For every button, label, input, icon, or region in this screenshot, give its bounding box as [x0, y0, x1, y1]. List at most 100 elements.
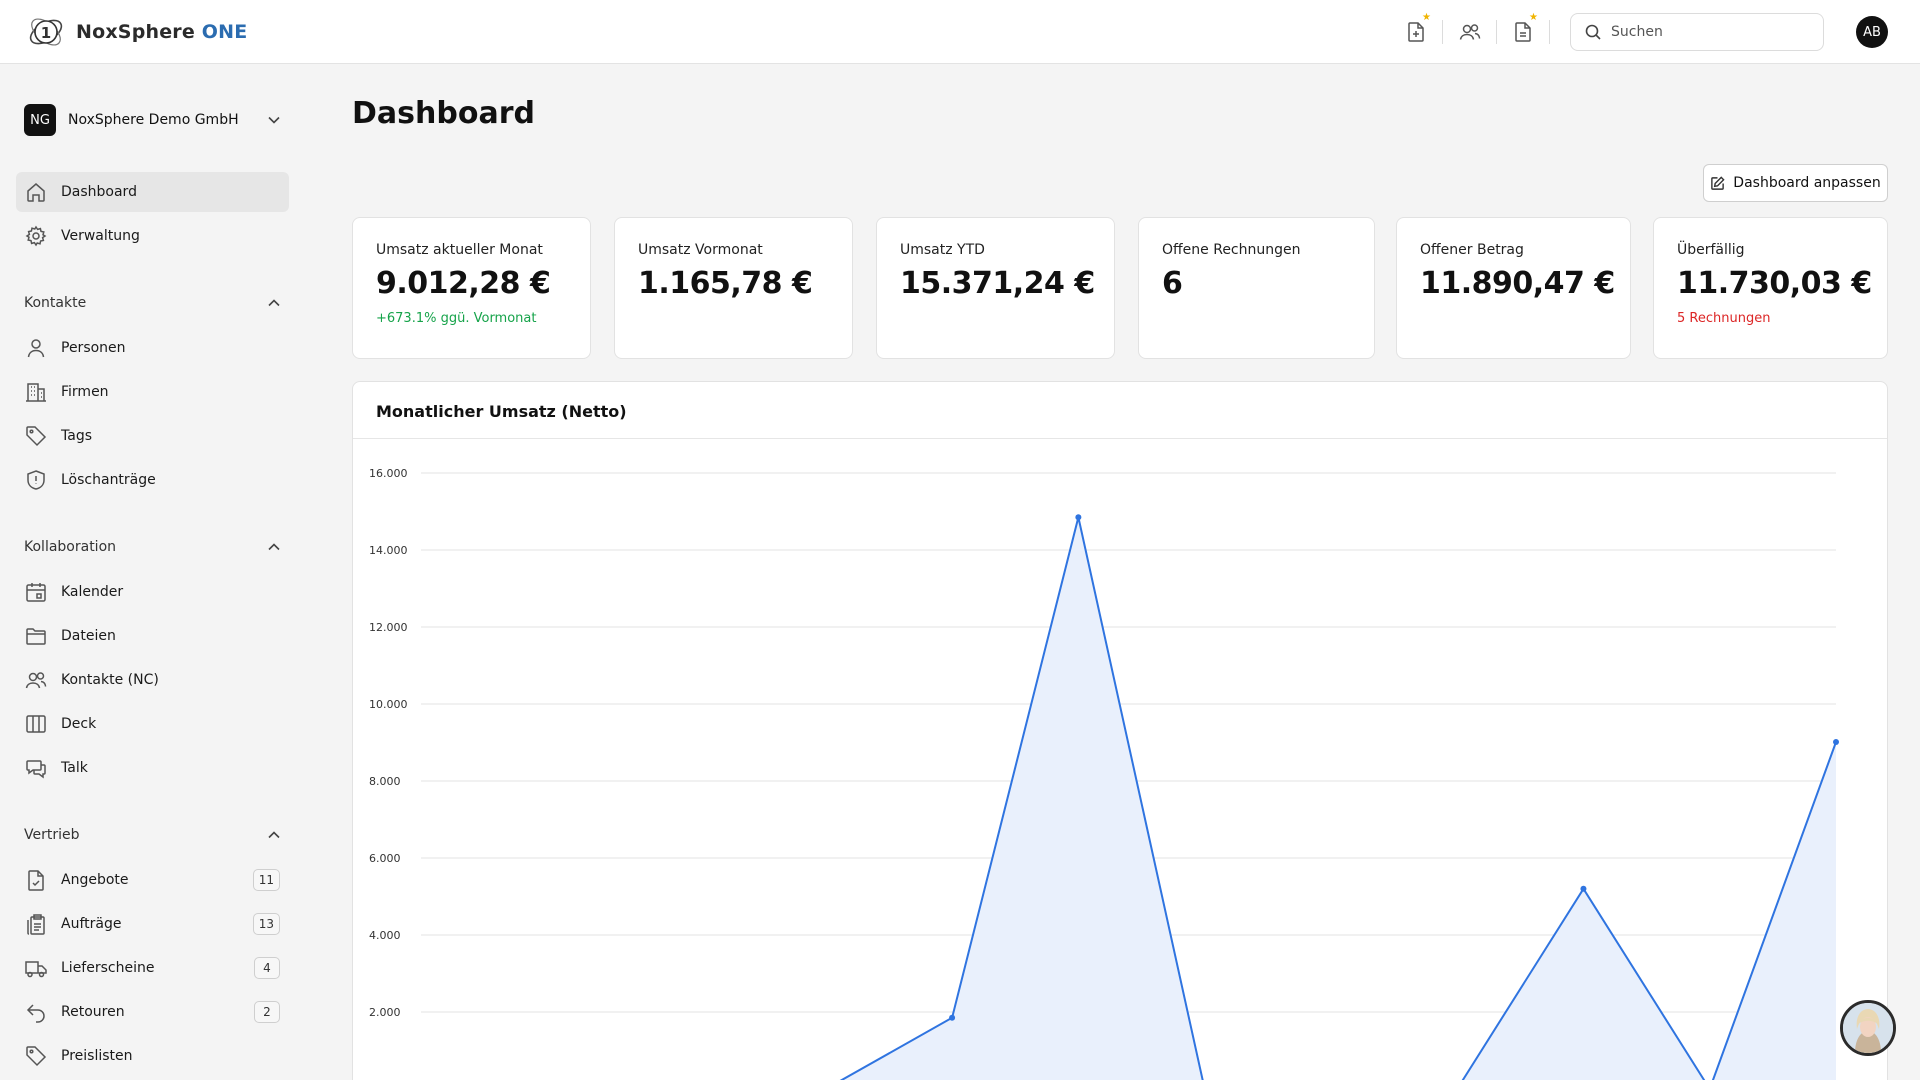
- sidebar-item-lieferscheine[interactable]: Lieferscheine 4: [16, 948, 289, 988]
- y-tick-label: 16.000: [369, 467, 408, 480]
- calendar-icon: [25, 581, 47, 603]
- sidebar-item-dateien[interactable]: Dateien: [16, 616, 289, 656]
- revenue-chart-card: Monatlicher Umsatz (Netto) 2.000 4.000 6.0…: [352, 381, 1888, 1080]
- section-vertrieb-toggle[interactable]: Vertrieb: [24, 823, 280, 847]
- data-point: [1075, 514, 1082, 521]
- brand-accent: ONE: [201, 21, 248, 43]
- building-icon: [25, 381, 47, 403]
- sidebar-item-loeschantraege[interactable]: Löschanträge: [16, 460, 289, 500]
- count-badge: 4: [254, 957, 280, 979]
- sidebar-item-talk[interactable]: Talk: [16, 748, 289, 788]
- sidebar-item-deck[interactable]: Deck: [16, 704, 289, 744]
- header-separator: [1442, 20, 1443, 44]
- shield-icon: [25, 469, 47, 491]
- sidebar: NG NoxSphere Demo GmbH Dashboard Verwalt…: [0, 65, 300, 1080]
- sidebar-item-label: Deck: [61, 716, 97, 732]
- sidebar-item-kontakte-nc[interactable]: Kontakte (NC): [16, 660, 289, 700]
- y-tick-label: 2.000: [369, 1006, 401, 1019]
- edit-icon: [1711, 175, 1725, 190]
- y-tick-label: 6.000: [369, 852, 401, 865]
- y-tick-label: 14.000: [369, 544, 408, 557]
- search-box[interactable]: [1570, 13, 1824, 51]
- chevron-up-icon: [268, 831, 280, 839]
- sidebar-item-firmen[interactable]: Firmen: [16, 372, 289, 412]
- revenue-chart: 2.000 4.000 6.000 8.000 10.000 12.000 14.000 16…: [369, 467, 1839, 1080]
- data-point: [1580, 885, 1587, 892]
- home-icon: [25, 181, 47, 203]
- clipboard-icon: [25, 913, 47, 935]
- kpi-card-offener-betrag: Offener Betrag 11.890,47 €: [1396, 217, 1631, 359]
- kpi-value: 6: [1162, 266, 1183, 301]
- sidebar-item-auftraege[interactable]: Aufträge 13: [16, 904, 289, 944]
- kpi-card-ueberfaellig: Überfällig 11.730,03 € 5 Rechnungen: [1653, 217, 1888, 359]
- kpi-label: Überfällig: [1677, 242, 1745, 258]
- user-avatar[interactable]: AB: [1856, 16, 1888, 48]
- sidebar-item-angebote[interactable]: Angebote 11: [16, 860, 289, 900]
- person-icon: [25, 337, 47, 359]
- section-kontakte-toggle[interactable]: Kontakte: [24, 291, 280, 315]
- sidebar-item-tags[interactable]: Tags: [16, 416, 289, 456]
- kpi-label: Offener Betrag: [1420, 242, 1524, 258]
- org-name: NoxSphere Demo GmbH: [68, 112, 239, 128]
- top-bar: 1 NoxSphere ONE ★ ★ AB: [0, 0, 1920, 64]
- header-separator: [1496, 20, 1497, 44]
- section-title: Vertrieb: [24, 827, 80, 843]
- customize-dashboard-button[interactable]: Dashboard anpassen: [1703, 164, 1888, 202]
- new-document-button[interactable]: ★: [1403, 13, 1431, 45]
- search-input[interactable]: [1611, 24, 1801, 40]
- sidebar-item-label: Kalender: [61, 584, 124, 600]
- y-tick-label: 4.000: [369, 929, 401, 942]
- y-tick-label: 8.000: [369, 775, 401, 788]
- org-switcher[interactable]: NG NoxSphere Demo GmbH: [24, 103, 280, 137]
- kpi-card-offene-rechnungen: Offene Rechnungen 6: [1138, 217, 1375, 359]
- sidebar-item-verwaltung[interactable]: Verwaltung: [16, 216, 289, 256]
- sidebar-item-kalender[interactable]: Kalender: [16, 572, 289, 612]
- svg-text:1: 1: [41, 24, 51, 42]
- users-button[interactable]: [1457, 19, 1483, 45]
- search-icon: [1585, 24, 1601, 40]
- y-tick-label: 10.000: [369, 698, 408, 711]
- kpi-card-umsatz-ytd: Umsatz YTD 15.371,24 €: [876, 217, 1115, 359]
- return-icon: [25, 1001, 47, 1023]
- chevron-up-icon: [268, 299, 280, 307]
- customize-label: Dashboard anpassen: [1733, 175, 1881, 191]
- tag-icon: [25, 1045, 47, 1067]
- sidebar-item-retouren[interactable]: Retouren 2: [16, 992, 289, 1032]
- invoice-button[interactable]: ★: [1510, 13, 1538, 45]
- sidebar-item-dashboard[interactable]: Dashboard: [16, 172, 289, 212]
- kpi-overdue-count: 5 Rechnungen: [1677, 311, 1771, 326]
- chevron-up-icon: [268, 543, 280, 551]
- header-separator: [1549, 20, 1550, 44]
- sidebar-item-preislisten[interactable]: Preislisten: [16, 1036, 289, 1076]
- org-badge: NG: [24, 104, 56, 136]
- kpi-label: Umsatz Vormonat: [638, 242, 763, 258]
- brand-name: NoxSphere: [76, 21, 195, 43]
- sidebar-item-label: Firmen: [61, 384, 109, 400]
- assistant-avatar-button[interactable]: [1840, 1000, 1896, 1056]
- sidebar-item-label: Löschanträge: [61, 472, 156, 488]
- sidebar-item-label: Aufträge: [61, 916, 122, 932]
- sidebar-item-personen[interactable]: Personen: [16, 328, 289, 368]
- truck-icon: [25, 957, 47, 979]
- kpi-card-umsatz-monat: Umsatz aktueller Monat 9.012,28 € +673.1…: [352, 217, 591, 359]
- sidebar-item-label: Tags: [61, 428, 92, 444]
- doc-check-icon: [25, 869, 47, 891]
- kpi-value: 9.012,28 €: [376, 266, 551, 301]
- section-title: Kontakte: [24, 295, 87, 311]
- sidebar-item-label: Retouren: [61, 1004, 125, 1020]
- page-title: Dashboard: [352, 96, 535, 131]
- folder-icon: [25, 625, 47, 647]
- brand-logo-icon: 1: [29, 18, 63, 46]
- section-kollaboration-toggle[interactable]: Kollaboration: [24, 535, 280, 559]
- sidebar-item-label: Verwaltung: [61, 228, 140, 244]
- users-icon: [1459, 24, 1481, 40]
- kpi-label: Umsatz aktueller Monat: [376, 242, 543, 258]
- kpi-trend: +673.1% ggü. Vormonat: [376, 311, 537, 326]
- section-title: Kollaboration: [24, 539, 117, 555]
- data-point: [1833, 739, 1839, 746]
- chat-icon: [25, 757, 47, 779]
- kpi-card-umsatz-vormonat: Umsatz Vormonat 1.165,78 €: [614, 217, 853, 359]
- kpi-label: Offene Rechnungen: [1162, 242, 1301, 258]
- sidebar-item-label: Personen: [61, 340, 126, 356]
- brand[interactable]: 1 NoxSphere ONE: [26, 12, 247, 52]
